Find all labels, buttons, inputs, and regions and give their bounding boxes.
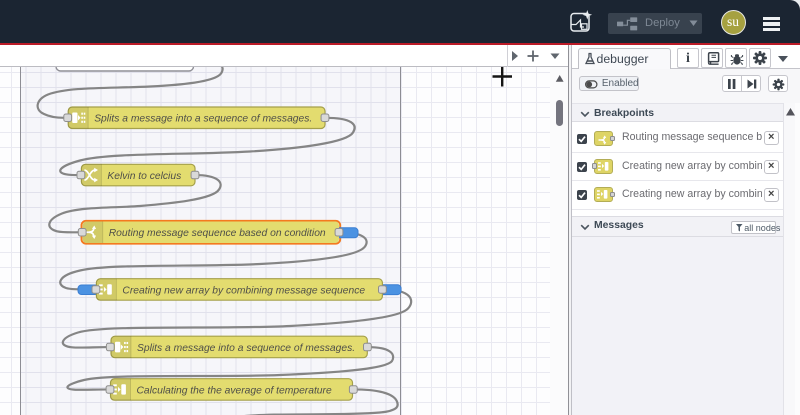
svg-text:Calculating the the average of: Calculating the the average of temperatu…: [137, 385, 332, 396]
svg-text:Routing message sequence based: Routing message sequence based on condit…: [109, 228, 326, 239]
svg-text:Splits a message into a sequen: Splits a message into a sequence of mess…: [94, 113, 312, 124]
svg-text:Splits a message into a sequen: Splits a message into a sequence of mess…: [137, 342, 355, 353]
svg-text:Creating new array by combinin: Creating new array by combining message …: [122, 285, 365, 296]
svg-text:Kelvin to celcius: Kelvin to celcius: [107, 170, 181, 181]
